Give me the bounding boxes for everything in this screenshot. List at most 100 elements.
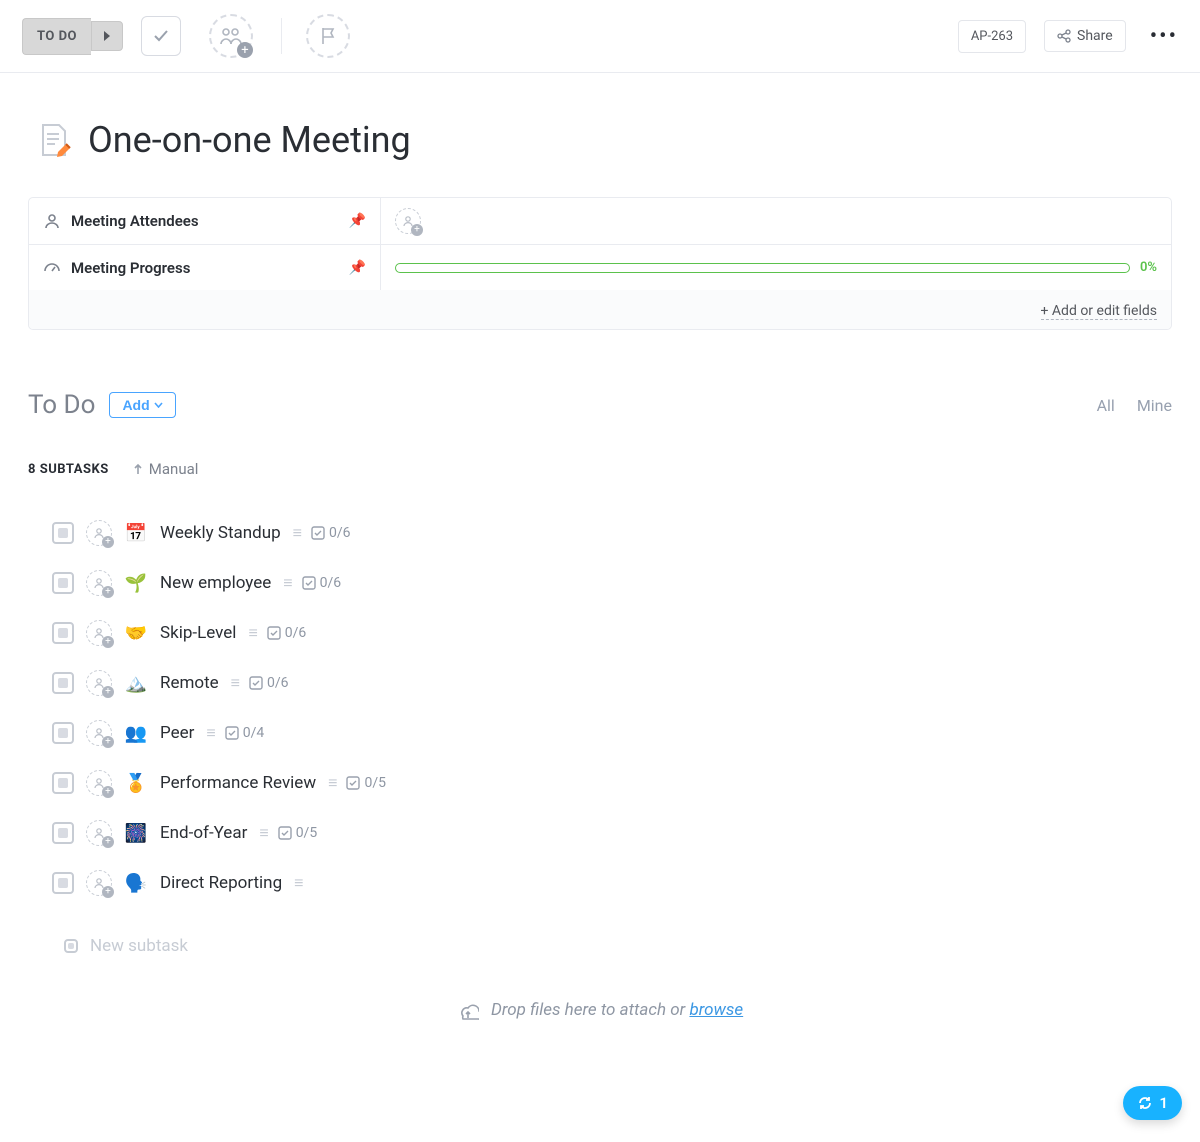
- new-subtask-input[interactable]: New subtask: [64, 926, 1172, 966]
- subtask-row[interactable]: 👥Peer≡0/4: [28, 708, 1172, 758]
- drag-handle-icon[interactable]: ≡: [328, 773, 334, 793]
- mark-complete-button[interactable]: [141, 16, 181, 56]
- checklist-icon: [311, 526, 325, 540]
- fab-count: 1: [1159, 1094, 1168, 1112]
- subtask-counter: 0/6: [302, 575, 342, 591]
- subtask-title: End-of-Year: [160, 823, 247, 843]
- top-toolbar: TO DO + AP-263 Share •••: [0, 0, 1200, 73]
- add-assignees-button[interactable]: +: [209, 14, 253, 58]
- subtask-row[interactable]: 🏔️Remote≡0/6: [28, 658, 1172, 708]
- subtask-row[interactable]: 🌱 New employee ≡ 0/6: [28, 558, 1172, 608]
- filter-all[interactable]: All: [1097, 396, 1115, 415]
- drag-handle-icon[interactable]: ≡: [231, 673, 237, 693]
- checklist-icon: [249, 676, 263, 690]
- filter-tabs: All Mine: [1097, 396, 1172, 415]
- status-next-button[interactable]: [91, 21, 123, 51]
- share-button[interactable]: Share: [1044, 20, 1126, 52]
- subtask-row[interactable]: 🎆End-of-Year≡0/5: [28, 808, 1172, 858]
- drag-handle-icon[interactable]: ≡: [259, 823, 265, 843]
- attachment-dropzone[interactable]: Drop files here to attach or browse: [28, 984, 1172, 1047]
- assign-person-icon[interactable]: [86, 870, 112, 896]
- subtask-counter: 0/6: [249, 675, 289, 691]
- attendees-value[interactable]: [381, 198, 1171, 244]
- browse-link[interactable]: browse: [689, 1000, 743, 1020]
- subtask-counter: 0/4: [225, 725, 265, 741]
- add-subtask-button[interactable]: Add: [109, 392, 175, 418]
- more-menu-button[interactable]: •••: [1150, 24, 1178, 49]
- custom-fields: Meeting Attendees 📌 Meeting Progress 📌 0…: [28, 197, 1172, 330]
- drag-handle-icon[interactable]: ≡: [248, 623, 254, 643]
- floating-action-button[interactable]: 1: [1123, 1086, 1182, 1120]
- status-checkbox[interactable]: [52, 872, 74, 894]
- divider: [281, 18, 282, 54]
- caret-down-icon: [154, 402, 163, 408]
- field-label[interactable]: Meeting Attendees 📌: [29, 198, 381, 244]
- page-title[interactable]: One-on-one Meeting: [88, 119, 411, 161]
- gauge-icon: [43, 259, 61, 277]
- subtask-emoji: 📅: [124, 523, 148, 544]
- subtask-title: New employee: [160, 573, 271, 593]
- flag-icon: [319, 26, 337, 46]
- share-label: Share: [1077, 28, 1113, 44]
- subtask-meta: 8 SUBTASKS Manual: [28, 460, 1172, 478]
- status-checkbox[interactable]: [52, 622, 74, 644]
- subtask-emoji: 🎆: [124, 823, 148, 844]
- add-edit-fields-link[interactable]: + Add or edit fields: [1041, 303, 1158, 320]
- field-label[interactable]: Meeting Progress 📌: [29, 245, 381, 290]
- subtask-counter: 0/5: [346, 775, 386, 791]
- assign-person-icon[interactable]: [86, 670, 112, 696]
- pin-icon[interactable]: 📌: [349, 213, 366, 229]
- pin-icon[interactable]: 📌: [349, 260, 366, 276]
- drag-handle-icon[interactable]: ≡: [206, 723, 212, 743]
- status-checkbox[interactable]: [52, 772, 74, 794]
- status-checkbox[interactable]: [52, 572, 74, 594]
- subtask-row[interactable]: 🏅Performance Review≡0/5: [28, 758, 1172, 808]
- drag-handle-icon[interactable]: ≡: [294, 873, 300, 893]
- assign-person-icon[interactable]: [86, 570, 112, 596]
- new-subtask-placeholder: New subtask: [90, 936, 188, 956]
- todo-heading: To Do: [28, 390, 95, 420]
- subtask-title: Remote: [160, 673, 219, 693]
- subtask-counter: 0/6: [311, 525, 351, 541]
- drag-handle-icon[interactable]: ≡: [293, 523, 299, 543]
- subtask-row[interactable]: 🗣️Direct Reporting≡: [28, 858, 1172, 908]
- title-row: One-on-one Meeting: [36, 119, 1172, 161]
- arrow-up-icon: [133, 463, 143, 475]
- sort-button[interactable]: Manual: [133, 460, 199, 478]
- subtask-row[interactable]: 📅 Weekly Standup ≡ 0/6: [28, 508, 1172, 558]
- field-label-text: Meeting Attendees: [71, 212, 199, 230]
- add-label: Add: [122, 397, 149, 413]
- subtask-row[interactable]: 🤝Skip-Level≡0/6: [28, 608, 1172, 658]
- status-checkbox[interactable]: [52, 822, 74, 844]
- subtask-emoji: 👥: [124, 723, 148, 744]
- assign-person-icon[interactable]: [86, 520, 112, 546]
- assign-person-icon[interactable]: [86, 720, 112, 746]
- add-person-icon[interactable]: [395, 208, 421, 234]
- status-button[interactable]: TO DO: [22, 18, 91, 55]
- checklist-icon: [278, 826, 292, 840]
- todo-header: To Do Add All Mine: [28, 390, 1172, 420]
- checklist-icon: [225, 726, 239, 740]
- subtask-emoji: 🏅: [124, 773, 148, 794]
- sync-icon: [1137, 1095, 1153, 1111]
- drag-handle-icon[interactable]: ≡: [283, 573, 289, 593]
- sort-label: Manual: [149, 460, 199, 478]
- subtask-title: Weekly Standup: [160, 523, 281, 543]
- progress-value[interactable]: 0%: [381, 245, 1171, 290]
- field-meeting-progress: Meeting Progress 📌 0%: [29, 244, 1171, 290]
- task-id-chip[interactable]: AP-263: [958, 20, 1026, 53]
- set-priority-button[interactable]: [306, 14, 350, 58]
- check-icon: [152, 27, 170, 45]
- status-checkbox[interactable]: [52, 522, 74, 544]
- fields-footer: + Add or edit fields: [29, 290, 1171, 329]
- progress-bar[interactable]: [395, 263, 1130, 273]
- status-checkbox[interactable]: [52, 722, 74, 744]
- filter-mine[interactable]: Mine: [1137, 396, 1172, 415]
- assign-person-icon[interactable]: [86, 620, 112, 646]
- status-pill: TO DO: [22, 18, 123, 55]
- subtask-emoji: 🌱: [124, 573, 148, 594]
- subtask-counter: 0/6: [267, 625, 307, 641]
- status-checkbox[interactable]: [52, 672, 74, 694]
- assign-person-icon[interactable]: [86, 820, 112, 846]
- assign-person-icon[interactable]: [86, 770, 112, 796]
